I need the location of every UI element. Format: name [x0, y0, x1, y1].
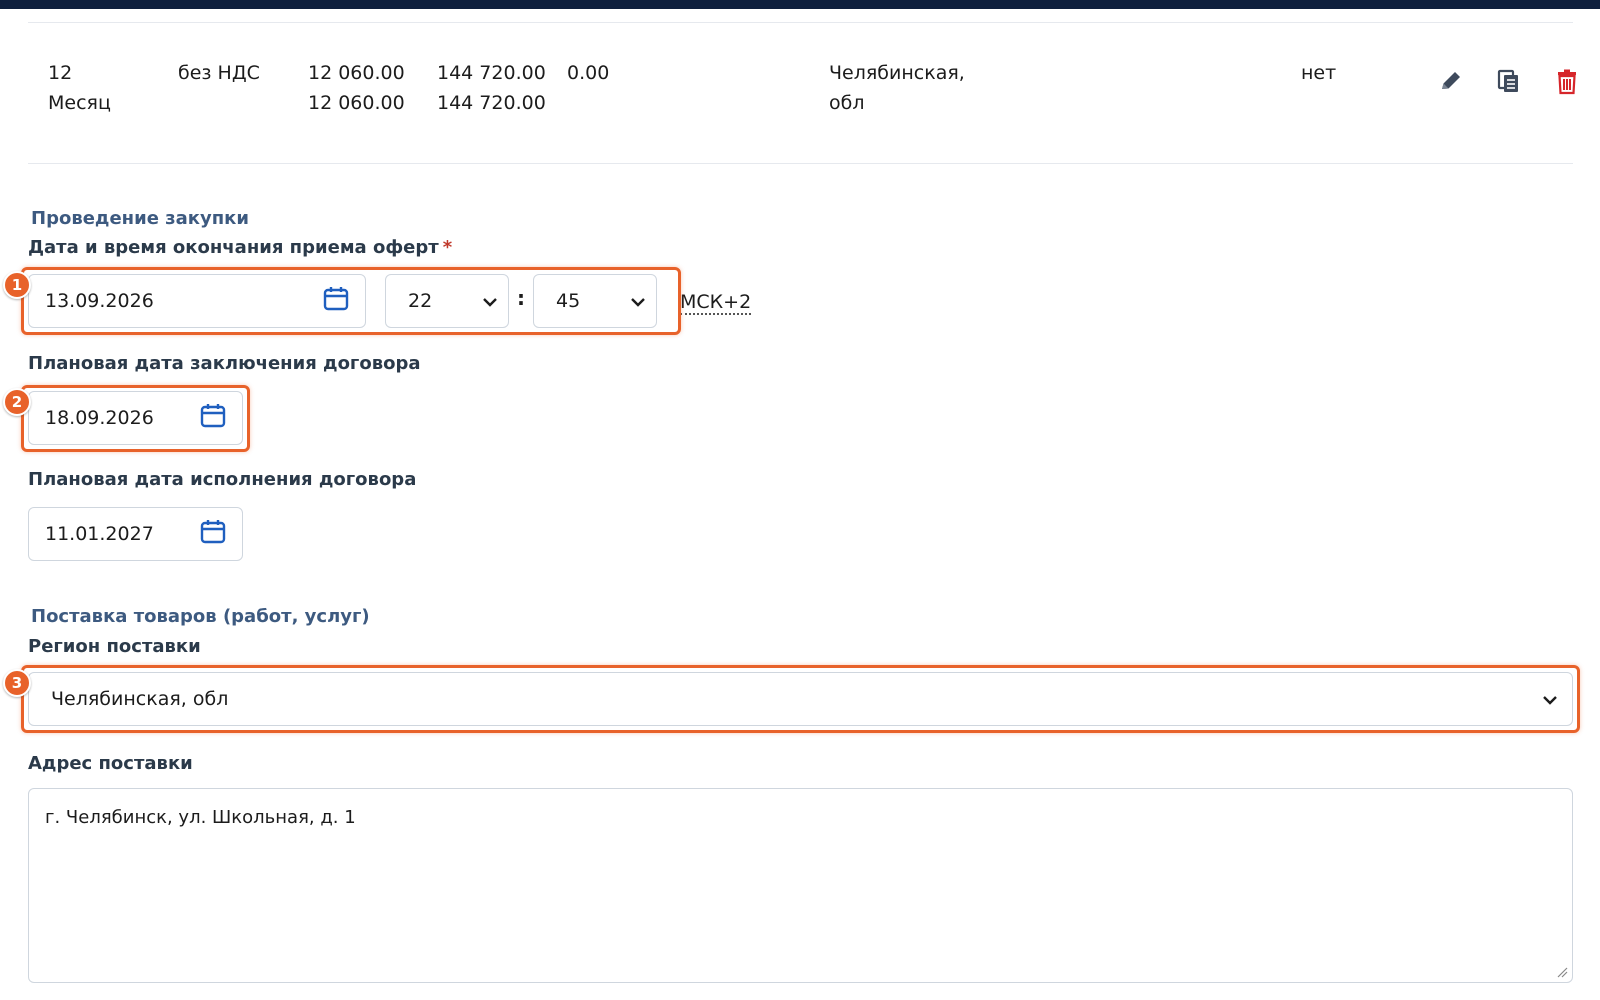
vat-cell: без НДС — [178, 62, 260, 84]
trash-icon[interactable] — [1553, 67, 1581, 95]
delivery-region-select[interactable]: Челябинская, обл — [28, 672, 1573, 726]
total-value: 144 720.00 — [437, 62, 546, 84]
price-value: 12 060.00 — [308, 62, 405, 84]
unit-value: Месяц — [48, 92, 111, 114]
execution-date-value: 11.01.2027 — [45, 523, 154, 545]
contract-date-value: 18.09.2026 — [45, 407, 154, 429]
execution-date-label: Плановая дата исполнения договора — [28, 469, 417, 490]
delivery-address-value: г. Челябинск, ул. Школьная, д. 1 — [45, 807, 356, 828]
copy-icon[interactable] — [1495, 67, 1523, 95]
annotation-badge: 2 — [3, 388, 31, 416]
deadline-date-field[interactable]: 13.09.2026 — [28, 274, 366, 328]
divider — [28, 22, 1573, 23]
deadline-minute-select[interactable]: 45 — [533, 274, 657, 328]
delivery-address-textarea[interactable]: г. Челябинск, ул. Школьная, д. 1 — [28, 788, 1573, 983]
total-value-2: 144 720.00 — [437, 92, 546, 114]
divider — [28, 163, 1573, 164]
region-line-2: обл — [829, 92, 865, 114]
timezone-label: МСК+2 — [680, 291, 752, 315]
region-cell: Челябинская, обл — [829, 58, 965, 118]
deadline-label-text: Дата и время окончания приема оферт — [28, 237, 439, 258]
total-cell: 144 720.00 144 720.00 — [437, 58, 546, 118]
delivery-region-value: Челябинская, обл — [51, 688, 229, 710]
deadline-hour-select[interactable]: 22 — [385, 274, 509, 328]
resize-handle-icon[interactable] — [1556, 966, 1568, 978]
region-line-1: Челябинская, — [829, 62, 965, 84]
calendar-icon[interactable] — [323, 286, 349, 312]
address-label: Адрес поставки — [28, 753, 193, 774]
deadline-date-value: 13.09.2026 — [45, 290, 154, 312]
quantity-value: 12 — [48, 62, 73, 84]
time-separator: : — [517, 286, 525, 310]
annotation-badge: 1 — [3, 271, 31, 299]
top-bar — [0, 0, 1600, 9]
chevron-down-icon — [631, 298, 645, 307]
execution-date-field[interactable]: 11.01.2027 — [28, 507, 243, 561]
quantity-cell: 12 Месяц — [48, 58, 111, 118]
deadline-minute-value: 45 — [556, 290, 581, 312]
annotation-badge: 3 — [3, 669, 31, 697]
calendar-icon[interactable] — [200, 519, 226, 545]
chevron-down-icon — [1543, 696, 1557, 705]
procurement-section-title: Проведение закупки — [31, 208, 250, 229]
contract-date-label: Плановая дата заключения договора — [28, 353, 421, 374]
delivery-section-title: Поставка товаров (работ, услуг) — [31, 606, 370, 627]
pencil-icon[interactable] — [1437, 67, 1465, 95]
flag-cell: нет — [1301, 62, 1337, 84]
price-cell: 12 060.00 12 060.00 — [308, 58, 405, 118]
deadline-hour-value: 22 — [408, 290, 433, 312]
price-value-2: 12 060.00 — [308, 92, 405, 114]
calendar-icon[interactable] — [200, 403, 226, 429]
contract-date-field[interactable]: 18.09.2026 — [28, 391, 243, 445]
chevron-down-icon — [483, 298, 497, 307]
deadline-label: Дата и время окончания приема оферт * — [28, 237, 452, 258]
extra-cell: 0.00 — [567, 62, 610, 84]
region-label: Регион поставки — [28, 636, 201, 657]
required-mark: * — [442, 237, 453, 258]
